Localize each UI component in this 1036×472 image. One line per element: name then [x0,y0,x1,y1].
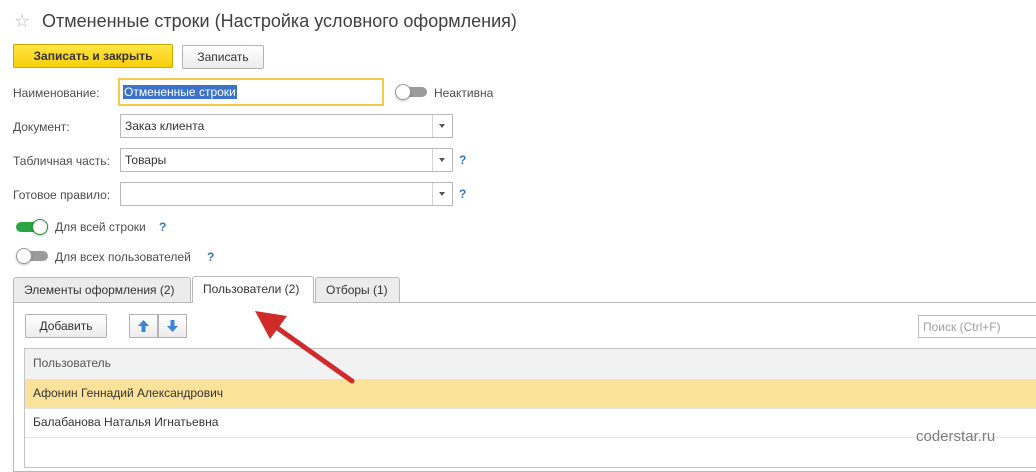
annotation-arrow [255,311,355,384]
annotation-arrow-shaft [273,324,355,384]
watermark: coderstar.ru [916,428,996,445]
annotation-arrow-head [255,311,287,339]
